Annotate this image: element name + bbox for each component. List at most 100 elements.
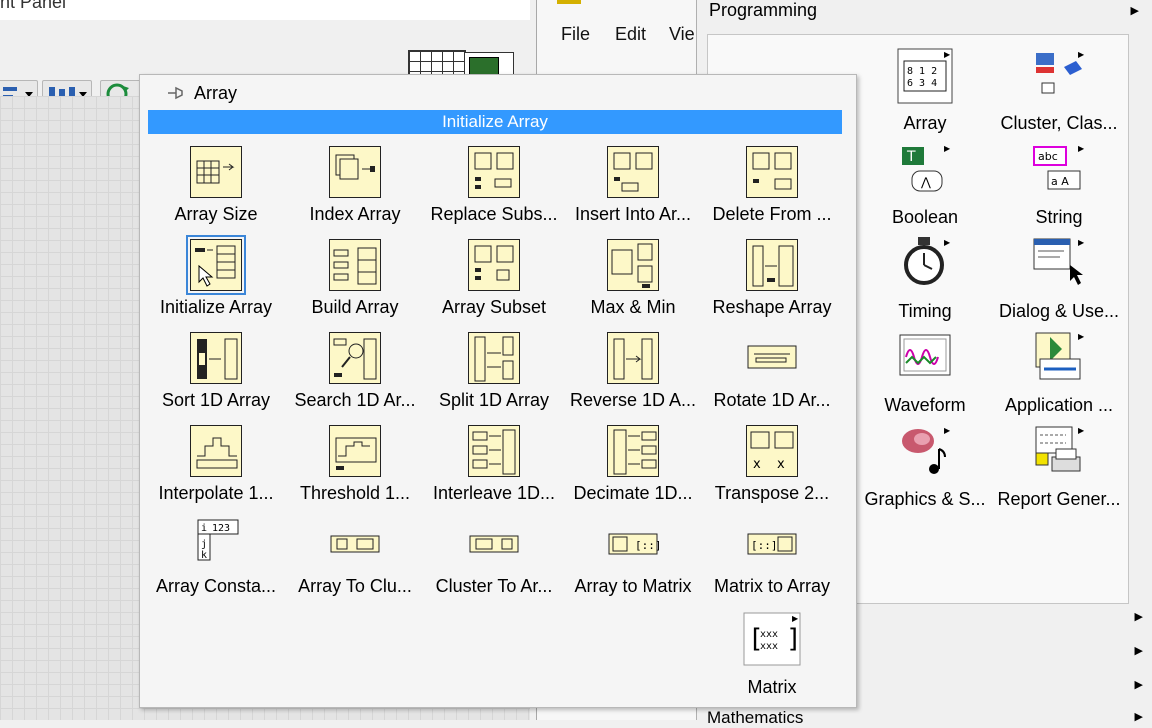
svg-text:▶: ▶ xyxy=(1078,426,1085,435)
array-constant[interactable]: i 123 j k Array Consta... xyxy=(146,514,286,606)
expand-arrow-icon[interactable]: ▶ xyxy=(1131,4,1139,17)
array-palette-title: Array xyxy=(194,83,238,103)
svg-text:▶: ▶ xyxy=(1078,332,1085,341)
initialize-array-icon xyxy=(186,235,246,295)
rotate-1d-array-function[interactable]: Rotate 1D Ar... xyxy=(702,328,842,420)
palette-item-application-control[interactable]: ▶ Application ... xyxy=(992,325,1126,417)
submenu-arrow-icon[interactable]: ▶ xyxy=(1135,644,1143,657)
svg-text:▶: ▶ xyxy=(1078,238,1085,247)
matrix-to-array-function[interactable]: [::] Matrix to Array xyxy=(702,514,842,606)
split-1d-array-icon xyxy=(468,332,520,384)
split-1d-array-function[interactable]: Split 1D Array xyxy=(424,328,564,420)
array-constant-icon: i 123 j k xyxy=(190,518,242,570)
interleave-1d-arrays-icon xyxy=(468,425,520,477)
array-palette-icon: 8 1 26 3 4 ▶ xyxy=(896,47,954,105)
delete-from-array-function[interactable]: Delete From ... xyxy=(702,142,842,234)
svg-text:]: ] xyxy=(786,624,802,654)
menu-file[interactable]: File xyxy=(561,24,590,45)
svg-text:8 1 2: 8 1 2 xyxy=(907,66,937,77)
array-to-cluster-function[interactable]: Array To Clu... xyxy=(285,514,425,606)
svg-text:a A: a A xyxy=(1051,175,1069,188)
front-panel-titlebar: nt Panel xyxy=(0,0,530,20)
svg-text:▶: ▶ xyxy=(944,426,951,435)
mathematics-label[interactable]: Mathematics xyxy=(707,708,803,728)
palette-item-boolean[interactable]: T ⋀ ▶ Boolean xyxy=(858,137,992,229)
svg-text:⋀: ⋀ xyxy=(920,175,931,189)
matrix-to-array-icon: [::] xyxy=(746,518,798,570)
threshold-1d-array-icon xyxy=(329,425,381,477)
palette-item-dialog[interactable]: ▶ Dialog & Use... xyxy=(992,231,1126,323)
svg-text:123: 123 xyxy=(212,523,230,534)
palette-item-cluster[interactable]: ▶ Cluster, Clas... xyxy=(992,43,1126,135)
interleave-1d-arrays-function[interactable]: Interleave 1D... xyxy=(424,421,564,513)
index-array-function[interactable]: Index Array xyxy=(285,142,425,234)
timing-palette-icon: ▶ xyxy=(896,235,954,293)
array-subset-icon xyxy=(468,239,520,291)
threshold-1d-array-function[interactable]: Threshold 1... xyxy=(285,421,425,513)
block-diagram-window-icon xyxy=(557,0,581,4)
pin-icon[interactable] xyxy=(166,85,186,101)
svg-text:xxx: xxx xyxy=(760,629,778,640)
array-subpalette: Array Initialize Array Array Size Index … xyxy=(139,74,857,708)
hovered-item-label: Initialize Array xyxy=(148,110,842,134)
interpolate-1d-array-function[interactable]: Interpolate 1... xyxy=(146,421,286,513)
cluster-to-array-icon xyxy=(468,518,520,570)
sort-1d-array-icon xyxy=(190,332,242,384)
array-to-matrix-icon: [::] xyxy=(607,518,659,570)
svg-text:6 3 4: 6 3 4 xyxy=(907,78,937,89)
palette-item-graphics-sound[interactable]: ▶ Graphics & S... xyxy=(858,419,992,511)
svg-text:[::]: [::] xyxy=(635,539,659,552)
cluster-to-array-function[interactable]: Cluster To Ar... xyxy=(424,514,564,606)
submenu-arrow-icon[interactable]: ▶ xyxy=(1135,610,1143,623)
build-array-function[interactable]: Build Array xyxy=(285,235,425,327)
waveform-palette-icon xyxy=(896,329,954,387)
svg-text:xxx: xxx xyxy=(760,641,778,652)
svg-text:T: T xyxy=(906,149,916,165)
svg-text:[::]: [::] xyxy=(751,539,778,552)
boolean-palette-icon: T ⋀ ▶ xyxy=(896,141,954,199)
initialize-array-function[interactable]: Initialize Array xyxy=(146,235,286,327)
submenu-arrow-icon[interactable]: ▶ xyxy=(1135,678,1143,691)
matrix-subpalette[interactable]: [] xxx xxx ▶ Matrix xyxy=(702,607,842,699)
replace-subset-function[interactable]: Replace Subs... xyxy=(424,142,564,234)
programming-palette-header[interactable]: Programming xyxy=(709,0,817,21)
array-to-matrix-function[interactable]: [::] Array to Matrix xyxy=(563,514,703,606)
svg-text:▶: ▶ xyxy=(792,614,799,623)
svg-text:abc: abc xyxy=(1038,150,1058,163)
svg-text:▶: ▶ xyxy=(944,238,951,247)
array-subset-function[interactable]: Array Subset xyxy=(424,235,564,327)
sort-1d-array-function[interactable]: Sort 1D Array xyxy=(146,328,286,420)
palette-item-string[interactable]: abc a A ▶ String xyxy=(992,137,1126,229)
index-array-icon xyxy=(329,146,381,198)
svg-text:▶: ▶ xyxy=(1078,144,1085,153)
palette-item-waveform[interactable]: Waveform xyxy=(858,325,992,417)
decimate-1d-array-icon xyxy=(607,425,659,477)
insert-into-array-function[interactable]: Insert Into Ar... xyxy=(563,142,703,234)
menu-edit[interactable]: Edit xyxy=(615,24,646,45)
search-1d-array-function[interactable]: Search 1D Ar... xyxy=(285,328,425,420)
svg-text:▶: ▶ xyxy=(944,50,951,59)
application-control-palette-icon: ▶ xyxy=(1030,329,1088,387)
reverse-1d-array-icon xyxy=(607,332,659,384)
array-size-function[interactable]: Array Size xyxy=(146,142,286,234)
string-palette-icon: abc a A ▶ xyxy=(1030,141,1088,199)
svg-text:k: k xyxy=(201,550,207,561)
menu-view[interactable]: Vie xyxy=(669,24,695,45)
decimate-1d-array-function[interactable]: Decimate 1D... xyxy=(563,421,703,513)
reshape-array-function[interactable]: Reshape Array xyxy=(702,235,842,327)
palette-item-array[interactable]: 8 1 26 3 4 ▶ Array xyxy=(858,43,992,135)
cluster-palette-icon: ▶ xyxy=(1030,47,1088,105)
transpose-2d-array-function[interactable]: xx Transpose 2... xyxy=(702,421,842,513)
submenu-arrow-icon[interactable]: ▶ xyxy=(1135,710,1143,723)
rotate-1d-array-icon xyxy=(746,332,798,384)
graphics-sound-palette-icon: ▶ xyxy=(896,423,954,481)
report-generation-palette-icon: ▶ xyxy=(1030,423,1088,481)
dialog-palette-icon: ▶ xyxy=(1030,235,1088,293)
array-to-cluster-icon xyxy=(329,518,381,570)
palette-item-timing[interactable]: ▶ Timing xyxy=(858,231,992,323)
search-1d-array-icon xyxy=(329,332,381,384)
front-panel-title: nt Panel xyxy=(0,0,67,12)
reverse-1d-array-function[interactable]: Reverse 1D A... xyxy=(563,328,703,420)
palette-item-report-generation[interactable]: ▶ Report Gener... xyxy=(992,419,1126,511)
max-min-function[interactable]: Max & Min xyxy=(563,235,703,327)
